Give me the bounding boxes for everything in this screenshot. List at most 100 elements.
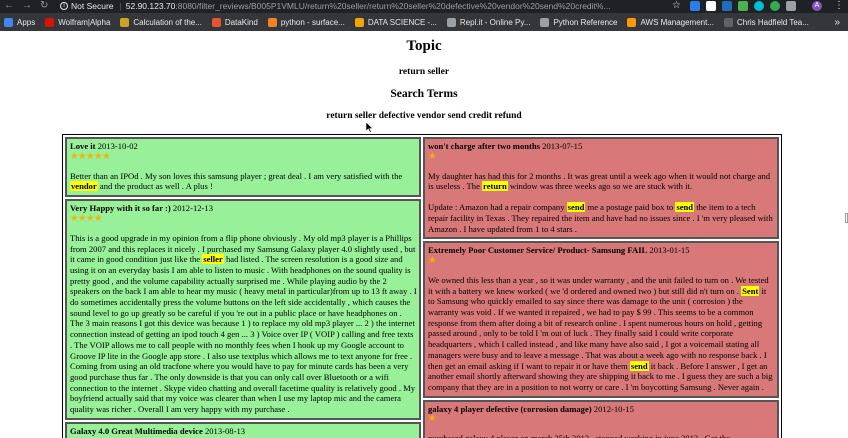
bookmark-item[interactable]: Python Reference [540,17,618,27]
browser-chrome: ← → ↻ i Not Secure | 52.90.123.70:8080/f… [0,0,848,31]
bookmark-label: Wolfram|Alpha [58,17,111,27]
text-segment: Update : Amazon had a repair company [428,202,567,213]
more-bookmarks-icon[interactable]: » [834,17,840,28]
extension-icon[interactable] [738,1,748,11]
mouse-cursor-icon [366,122,374,133]
text-segment: purchased galaxy 4 player on march 25th … [428,433,730,438]
extension-icon[interactable] [690,1,700,11]
review-header: Very Happy with it so far :) 2012-12-13 [70,203,417,214]
bookmark-favicon [354,17,364,27]
bookmark-label: Calculation of the... [133,17,202,27]
positive-reviews-column: Love it 2013-10-02 ★★★★★ Better than an IP… [65,137,421,438]
datakind-icon [211,17,221,27]
grid-icon [4,17,13,27]
avatar[interactable]: A [812,1,822,11]
review-header: galaxy 4 player defective (corrosion dam… [428,404,775,415]
review-date: 2013-01-15 [647,245,690,256]
bookmark-item[interactable]: Apps [4,17,36,27]
star-rating: ★★★★ [70,213,103,224]
aws-icon [627,17,637,27]
extension-icon[interactable] [722,1,732,11]
star-rating: ★★★★★ [70,151,111,162]
url-field[interactable]: i Not Secure | 52.90.123.70:8080/filter_… [60,0,665,11]
review-date: 2013-07-15 [540,141,583,151]
replit-icon [446,17,456,27]
extension-icon[interactable] [770,1,780,11]
highlighted-term: send [675,202,695,213]
page-content: Topic return seller Search Terms return … [0,31,848,438]
review-title: Love it [70,141,96,151]
highlighted-term: vendor [70,181,98,192]
back-icon[interactable]: ← [4,0,14,12]
highlighted-term: seller [202,254,224,265]
text-segment: Better than an IPOd . My son loves this … [70,170,403,181]
text-segment: me a postage paid box to [585,202,676,213]
bookmark-label: AWS Management... [640,17,714,27]
highlighted-term: send [566,202,586,213]
bookmark-label: Repl.it - Online Py... [459,17,531,27]
star-rating: ★ [428,151,437,162]
review-text: This is a good upgrade in my opinion fro… [70,233,417,415]
wolfram-icon [45,17,55,27]
review-text: Update : Amazon had a repair company sen… [428,202,775,234]
bookmark-item[interactable]: DATA SCIENCE -... [354,17,437,27]
bookmark-label: Apps [17,17,36,27]
review-title: won't charge after two months [428,141,541,151]
extension-icon[interactable] [754,1,764,11]
review-card: Very Happy with it so far :) 2012-12-13 ★… [65,199,421,420]
bookmark-label: Python Reference [553,17,618,27]
topic-value: return seller [398,67,450,77]
extension-icon[interactable] [786,1,796,11]
bookmark-item[interactable]: Chris Hadfield Tea... [724,17,809,27]
url-path: :8080/filter_reviews/B005P1VMLU/return%2… [175,0,611,11]
star-icon[interactable]: ☆ [672,0,681,12]
review-title: galaxy 4 player defective (corrosion dam… [428,403,592,414]
highlighted-term: Sent [741,285,760,296]
review-title: Very Happy with it so far :) [70,203,171,214]
search-terms-value: return seller defective vendor send cred… [326,111,522,121]
text-segment: had listed . The screen resolution is a … [70,254,417,415]
review-header: Love it 2013-10-02 [70,141,417,152]
review-text: My daughter has had this for 2 months . … [428,171,775,192]
review-card: Love it 2013-10-02 ★★★★★ Better than an IP… [65,137,421,198]
review-card: Galaxy 4.0 Great Multimedia device 2013-… [65,421,421,438]
topic-heading: Topic [406,38,442,54]
review-text: We owned this less than a year , so it w… [428,275,775,393]
review-header: Extremely Poor Customer Service/ Product… [428,245,775,256]
star-rating: ★ [428,414,437,425]
menu-icon[interactable]: ⋮ [834,0,844,12]
forward-icon[interactable]: → [22,0,32,12]
bookmarks-bar: Apps Wolfram|Alpha Calculation of the... Da… [0,13,848,31]
bookmark-item[interactable]: python - surface... [267,17,345,27]
review-text: Better than an IPOd . My son loves this … [70,171,417,192]
text-segment: and the product as well . A plus ! [97,181,213,192]
review-text: purchased galaxy 4 player on march 25th … [428,433,775,438]
review-title: Extremely Poor Customer Service/ Product… [428,245,648,256]
bookmark-item[interactable]: Wolfram|Alpha [45,17,111,27]
text-segment: We owned this less than a year , so it w… [428,274,769,296]
address-bar: ← → ↻ i Not Secure | 52.90.123.70:8080/f… [0,0,848,13]
highlighted-term: send [629,360,649,371]
info-icon[interactable]: i [60,1,68,10]
review-date: 2013-08-13 [202,425,246,436]
bookmark-label: DataKind [224,17,258,27]
text-segment: it to Samsung who quickly emailed to say… [428,285,767,371]
reviews-table: Love it 2013-10-02 ★★★★★ Better than an IP… [62,134,782,438]
review-card: galaxy 4 player defective (corrosion dam… [423,399,779,438]
bookmark-item[interactable]: Repl.it - Online Py... [446,17,531,27]
bookmark-item[interactable]: AWS Management... [627,17,714,27]
folder-icon [540,17,550,27]
bookmark-favicon [724,17,733,27]
extension-icon[interactable] [706,1,716,11]
review-card: won't charge after two months 2013-07-15… [423,137,779,240]
review-date: 2012-12-13 [170,203,213,214]
star-rating: ★ [428,255,437,266]
url-host: 52.90.123.70 [125,0,176,11]
bookmark-item[interactable]: Calculation of the... [120,17,202,27]
not-secure-label: Not Secure [71,0,114,11]
reload-icon[interactable]: ↻ [40,0,48,12]
highlighted-term: return [482,181,508,192]
negative-reviews-column: won't charge after two months 2013-07-15… [423,137,779,438]
review-title: Galaxy 4.0 Great Multimedia device [70,425,203,436]
bookmark-item[interactable]: DataKind [211,17,258,27]
